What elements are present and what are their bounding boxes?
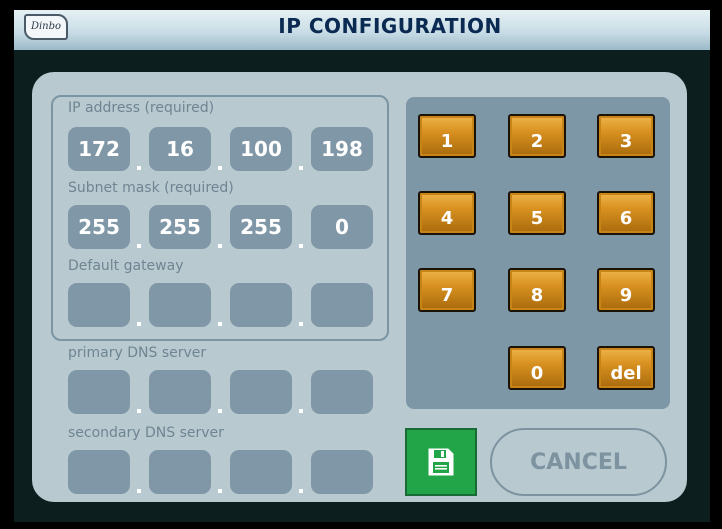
octet-separator bbox=[299, 166, 303, 170]
octet-separator bbox=[299, 409, 303, 413]
subnet-octet-1[interactable]: 255 bbox=[68, 205, 130, 249]
gateway-octet-1[interactable] bbox=[68, 283, 130, 327]
ip-octet-4[interactable]: 198 bbox=[311, 127, 373, 171]
octet-separator bbox=[137, 166, 141, 170]
key-del[interactable]: del bbox=[597, 346, 655, 390]
floppy-disk-icon bbox=[428, 448, 454, 476]
key-0[interactable]: 0 bbox=[508, 346, 566, 390]
ip-octet-2[interactable]: 16 bbox=[149, 127, 211, 171]
key-4[interactable]: 4 bbox=[418, 191, 476, 235]
subnet-octet-2[interactable]: 255 bbox=[149, 205, 211, 249]
default-gateway-label: Default gateway bbox=[68, 258, 184, 274]
octet-separator bbox=[137, 244, 141, 248]
octet-separator bbox=[137, 409, 141, 413]
page-title: IP CONFIGURATION bbox=[278, 14, 502, 38]
key-8[interactable]: 8 bbox=[508, 268, 566, 312]
octet-separator bbox=[218, 489, 222, 493]
gateway-octet-4[interactable] bbox=[311, 283, 373, 327]
ip-address-label: IP address (required) bbox=[68, 100, 215, 116]
gateway-octet-3[interactable] bbox=[230, 283, 292, 327]
cancel-button[interactable]: CANCEL bbox=[490, 428, 667, 496]
secondary-dns-octet-4[interactable] bbox=[311, 450, 373, 494]
octet-separator bbox=[137, 322, 141, 326]
key-3[interactable]: 3 bbox=[597, 114, 655, 158]
ip-octet-3[interactable]: 100 bbox=[230, 127, 292, 171]
octet-separator bbox=[299, 322, 303, 326]
key-2[interactable]: 2 bbox=[508, 114, 566, 158]
octet-separator bbox=[218, 409, 222, 413]
octet-separator bbox=[137, 489, 141, 493]
octet-separator bbox=[299, 244, 303, 248]
save-button[interactable] bbox=[405, 428, 477, 496]
key-6[interactable]: 6 bbox=[597, 191, 655, 235]
secondary-dns-octet-2[interactable] bbox=[149, 450, 211, 494]
gateway-octet-2[interactable] bbox=[149, 283, 211, 327]
subnet-octet-3[interactable]: 255 bbox=[230, 205, 292, 249]
key-1[interactable]: 1 bbox=[418, 114, 476, 158]
subnet-octet-4[interactable]: 0 bbox=[311, 205, 373, 249]
primary-dns-octet-3[interactable] bbox=[230, 370, 292, 414]
key-5[interactable]: 5 bbox=[508, 191, 566, 235]
primary-dns-octet-2[interactable] bbox=[149, 370, 211, 414]
secondary-dns-octet-3[interactable] bbox=[230, 450, 292, 494]
subnet-mask-label: Subnet mask (required) bbox=[68, 180, 234, 196]
brand-logo: Dinbo bbox=[24, 14, 68, 40]
secondary-dns-label: secondary DNS server bbox=[68, 425, 224, 441]
primary-dns-label: primary DNS server bbox=[68, 345, 207, 361]
primary-dns-octet-1[interactable] bbox=[68, 370, 130, 414]
octet-separator bbox=[218, 244, 222, 248]
key-7[interactable]: 7 bbox=[418, 268, 476, 312]
secondary-dns-octet-1[interactable] bbox=[68, 450, 130, 494]
key-9[interactable]: 9 bbox=[597, 268, 655, 312]
primary-dns-octet-4[interactable] bbox=[311, 370, 373, 414]
octet-separator bbox=[218, 166, 222, 170]
octet-separator bbox=[299, 489, 303, 493]
ip-octet-1[interactable]: 172 bbox=[68, 127, 130, 171]
octet-separator bbox=[218, 322, 222, 326]
